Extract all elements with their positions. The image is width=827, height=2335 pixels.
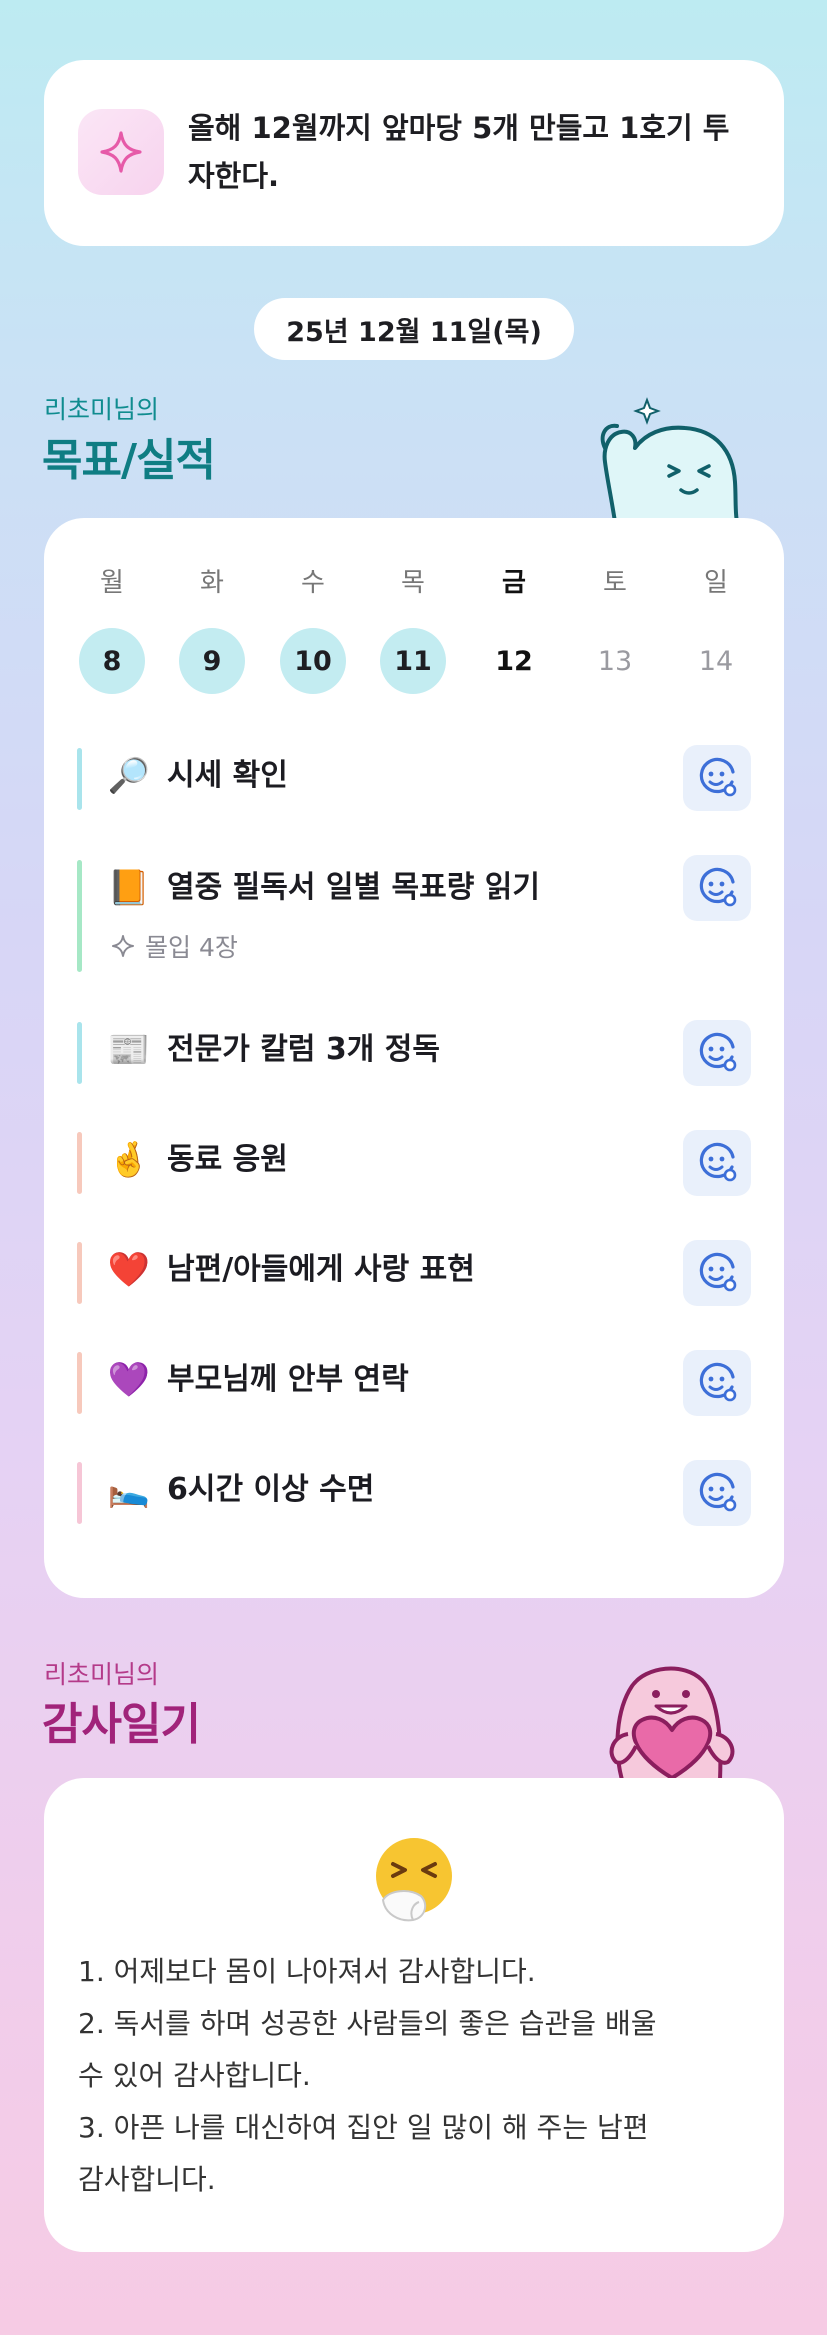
day-button[interactable]: 10 [280, 628, 346, 694]
mood-check-button[interactable] [683, 1240, 751, 1306]
smile-face-icon [699, 1142, 737, 1182]
task-label: 시세 확인 [167, 758, 288, 793]
task-label: 6시간 이상 수면 [167, 1472, 375, 1507]
task-note-text: 몰입 4장 [145, 933, 238, 962]
task-color-bar [77, 1462, 82, 1524]
gratitude-entry-line: 2. 독서를 하며 성공한 사람들의 좋은 습관을 배울 [78, 2007, 657, 2040]
sparkle-icon [78, 109, 164, 195]
task-label: 부모님께 안부 연락 [167, 1362, 409, 1397]
task-color-bar [77, 1022, 82, 1084]
smile-face-icon [699, 757, 737, 797]
mascot-pink-heart-icon [609, 1666, 735, 1780]
task-item[interactable]: 🛌 6시간 이상 수면 [77, 1462, 677, 1524]
task-item[interactable]: 🤞 동료 응원 [77, 1132, 677, 1194]
smile-face-icon [699, 1032, 737, 1072]
gratitude-entry-line: 1. 어제보다 몸이 나아져서 감사합니다. [78, 1955, 536, 1988]
weekday-label: 목 [401, 568, 425, 598]
gratitude-entry-line: 3. 아픈 나를 대신하여 집안 일 많이 해 주는 남편 [78, 2111, 649, 2144]
mood-check-button[interactable] [683, 1460, 751, 1526]
task-label: 전문가 칼럼 3개 정독 [167, 1032, 441, 1067]
task-note: 몰입 4장 [111, 928, 238, 964]
day-button[interactable]: 13 [582, 628, 648, 694]
magnifier-icon: 🔎 [107, 756, 151, 796]
crossed-fingers-icon: 🤞 [107, 1140, 151, 1180]
task-item[interactable]: 🔎 시세 확인 [77, 748, 677, 810]
sneezing-face-icon [376, 1838, 452, 1922]
book-icon: 📙 [107, 868, 151, 908]
sparkle-icon [112, 935, 134, 957]
task-color-bar [77, 860, 82, 972]
task-item[interactable]: 📰 전문가 칼럼 3개 정독 [77, 1022, 677, 1084]
task-label: 동료 응원 [167, 1142, 288, 1177]
task-item[interactable]: ❤️ 남편/아들에게 사랑 표현 [77, 1242, 677, 1304]
day-button[interactable]: 9 [179, 628, 245, 694]
task-item[interactable]: 💜 부모님께 안부 연락 [77, 1352, 677, 1414]
mood-check-button[interactable] [683, 855, 751, 921]
gratitude-card: 1. 어제보다 몸이 나아져서 감사합니다. 2. 독서를 하며 성공한 사람들… [44, 1778, 784, 2252]
mascot-teal-icon [600, 397, 739, 522]
task-color-bar [77, 1132, 82, 1194]
red-heart-icon: ❤️ [107, 1250, 151, 1290]
day-button[interactable]: 8 [79, 628, 145, 694]
mood-check-button[interactable] [683, 745, 751, 811]
gratitude-section-title: 감사일기 [42, 1699, 201, 1750]
mood-check-button[interactable] [683, 1020, 751, 1086]
goal-text: 올해 12월까지 앞마당 5개 만들고 1호기 투자한다. [188, 111, 730, 193]
bed-icon: 🛌 [107, 1470, 151, 1510]
day-button-today[interactable]: 12 [481, 628, 547, 694]
task-label: 열중 필독서 일별 목표량 읽기 [167, 870, 540, 905]
weekday-label: 월 [100, 568, 124, 598]
task-color-bar [77, 748, 82, 810]
smile-face-icon [699, 867, 737, 907]
goal-card[interactable]: 올해 12월까지 앞마당 5개 만들고 1호기 투자한다. [44, 60, 784, 246]
newspaper-icon: 📰 [107, 1030, 151, 1070]
purple-heart-icon: 💜 [107, 1360, 151, 1400]
smile-face-icon [699, 1252, 737, 1292]
task-item[interactable]: 📙 열중 필독서 일별 목표량 읽기 몰입 4장 [77, 860, 677, 972]
task-label: 남편/아들에게 사랑 표현 [167, 1252, 475, 1287]
weekday-label: 수 [301, 568, 325, 598]
mood-check-button[interactable] [683, 1130, 751, 1196]
gratitude-section-subtitle: 리초미님의 [44, 1660, 160, 1689]
gratitude-entry-line: 수 있어 감사합니다. [78, 2059, 311, 2092]
task-color-bar [77, 1242, 82, 1304]
day-button[interactable]: 11 [380, 628, 446, 694]
gratitude-entry-line: 감사합니다. [78, 2163, 216, 2196]
goals-section-title: 목표/실적 [42, 435, 216, 486]
weekday-label: 토 [603, 568, 627, 598]
smile-face-icon [699, 1472, 737, 1512]
smile-face-icon [699, 1362, 737, 1402]
goals-section-subtitle: 리초미님의 [44, 395, 160, 424]
date-pill[interactable]: 25년 12월 11일(목) [254, 298, 574, 360]
weekday-label: 일 [704, 568, 728, 598]
weekday-label-today: 금 [502, 568, 526, 598]
weekday-label: 화 [200, 568, 224, 598]
mood-check-button[interactable] [683, 1350, 751, 1416]
day-button[interactable]: 14 [683, 628, 749, 694]
task-color-bar [77, 1352, 82, 1414]
